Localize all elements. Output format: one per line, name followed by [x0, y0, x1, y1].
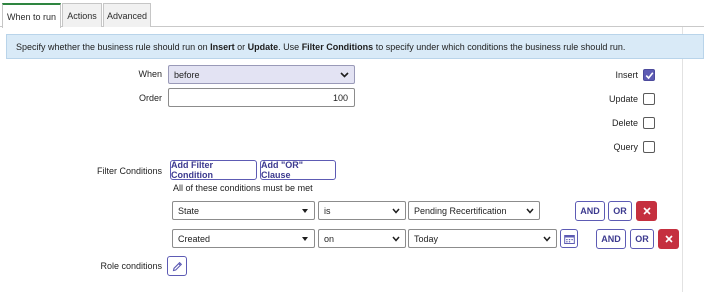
and-button[interactable]: AND — [575, 201, 605, 221]
calendar-button[interactable] — [560, 229, 578, 248]
insert-label: Insert — [615, 70, 638, 80]
insert-checkbox[interactable] — [643, 69, 655, 81]
query-checkbox[interactable] — [643, 141, 655, 153]
add-or-clause-button[interactable]: Add "OR" Clause — [260, 160, 336, 180]
filter-hint: All of these conditions must be met — [173, 183, 313, 193]
order-label: Order — [138, 93, 162, 103]
condition-field-select[interactable]: State — [172, 201, 315, 220]
query-label: Query — [613, 142, 638, 152]
condition-value-select[interactable]: Today — [408, 229, 557, 248]
condition-value: Pending Recertification — [414, 205, 507, 216]
button-label: OR — [635, 234, 649, 244]
info-banner: Specify whether the business rule should… — [6, 34, 704, 59]
tab-label: Actions — [67, 10, 97, 21]
button-label: AND — [580, 206, 600, 216]
operator-value: is — [324, 205, 331, 216]
tab-label: Advanced — [106, 10, 148, 21]
chevron-down-icon — [302, 237, 308, 241]
condition-operator-select[interactable]: is — [318, 201, 406, 220]
condition-operator-select[interactable]: on — [318, 229, 406, 248]
button-label: Add "OR" Clause — [261, 160, 304, 180]
tab-actions[interactable]: Actions — [62, 3, 102, 27]
pencil-icon — [172, 261, 182, 271]
delete-label: Delete — [611, 118, 638, 128]
filter-conditions-label: Filter Conditions — [96, 166, 162, 176]
delete-condition-button[interactable] — [636, 201, 657, 221]
or-button[interactable]: OR — [608, 201, 632, 221]
order-input[interactable]: 100 — [168, 88, 355, 107]
operator-value: on — [324, 233, 335, 244]
chevron-down-icon — [542, 235, 551, 243]
or-button[interactable]: OR — [630, 229, 654, 249]
condition-value-select[interactable]: Pending Recertification — [408, 201, 540, 220]
form-right-border — [682, 27, 683, 292]
checkmark-icon — [645, 72, 654, 80]
info-text: Specify whether the business rule should… — [16, 41, 626, 52]
button-label: Add Filter Condition — [171, 160, 213, 180]
when-select[interactable]: before — [168, 65, 355, 84]
field-value: State — [178, 205, 200, 216]
close-icon — [642, 207, 651, 215]
condition-field-select[interactable]: Created — [172, 229, 315, 248]
role-conditions-label: Role conditions — [100, 261, 162, 271]
update-checkbox[interactable] — [643, 93, 655, 105]
when-value: before — [174, 69, 200, 80]
chevron-down-icon — [525, 207, 534, 215]
chevron-down-icon — [391, 235, 400, 243]
tab-advanced[interactable]: Advanced — [103, 3, 151, 27]
delete-condition-button[interactable] — [658, 229, 679, 249]
chevron-down-icon — [302, 209, 308, 213]
field-value: Created — [178, 233, 211, 244]
delete-checkbox[interactable] — [643, 117, 655, 129]
tab-bar: When to run Actions Advanced — [0, 0, 704, 28]
tab-label: When to run — [6, 11, 57, 22]
edit-role-conditions-button[interactable] — [167, 256, 187, 276]
button-label: OR — [613, 206, 627, 216]
update-label: Update — [608, 94, 638, 104]
button-label: AND — [601, 234, 621, 244]
chevron-down-icon — [340, 71, 349, 79]
chevron-down-icon — [391, 207, 400, 215]
add-filter-condition-button[interactable]: Add Filter Condition — [170, 160, 257, 180]
when-label: When — [138, 69, 162, 79]
tab-when-to-run[interactable]: When to run — [2, 3, 61, 28]
order-value: 100 — [332, 92, 348, 103]
and-button[interactable]: AND — [596, 229, 626, 249]
calendar-icon — [563, 234, 575, 244]
close-icon — [664, 235, 673, 243]
condition-value: Today — [414, 233, 439, 244]
